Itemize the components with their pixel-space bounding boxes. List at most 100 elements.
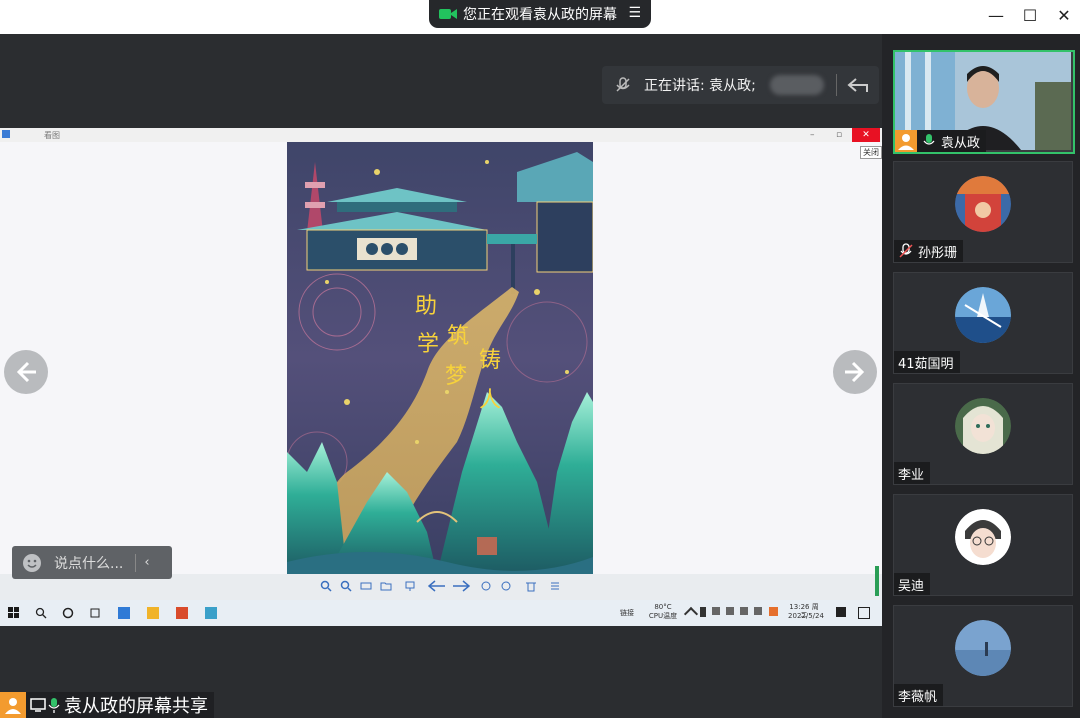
tray-icon-4[interactable] [769,607,778,616]
mic-off-icon [616,77,630,92]
mic-on-icon [923,134,935,145]
maximize-button[interactable]: ☐ [1019,6,1041,25]
powerpoint-icon[interactable] [176,607,188,619]
rotate-left-icon[interactable] [480,580,492,592]
mic-on-icon [48,698,60,713]
chat-placeholder: 说点什么... [54,555,124,572]
chevron-left-icon[interactable]: ‹ [144,555,149,570]
poster-char-1: 助 [415,294,438,319]
zoom-out-icon[interactable] [340,580,352,592]
participant-name-bar: 李薇帆 [894,684,944,706]
tray-expand-icon[interactable] [683,606,699,622]
participant-tile[interactable]: 李薇帆 [893,605,1073,707]
participant-avatar [955,620,1011,676]
participant-name: 李薇帆 [898,689,938,705]
participant-name: 袁从政 [941,135,981,151]
participant-avatar [955,509,1011,565]
viewer-minimize-button[interactable]: – [810,130,815,140]
participant-name-bar: 吴迪 [894,573,931,595]
poster-char-6: 人 [479,388,502,413]
list-icon[interactable]: ☰ [628,5,641,21]
viewer-close-button[interactable]: ✕ [852,128,880,142]
divider [835,74,837,96]
back-arrow-icon[interactable] [847,76,869,94]
user-avatar-icon [895,130,917,152]
window-title-bar: 您正在观看袁从政的屏幕 ☰ — ☐ ✕ [0,0,1080,34]
speaker-indicator: 正在讲话: 袁从政; [602,66,879,104]
participant-name: 李业 [898,467,925,483]
participant-tile[interactable]: 孙彤珊 [893,161,1073,263]
minimize-button[interactable]: — [985,6,1007,25]
cpu-temp: 80°C [654,603,672,611]
chat-input[interactable]: 说点什么... ‹ [12,546,172,579]
windows-start-icon[interactable] [8,607,20,619]
participant-name: 41茹国明 [898,356,954,372]
search-icon[interactable] [35,607,47,619]
previous-icon[interactable] [428,580,446,592]
viewer-title: 看图 [44,131,60,140]
windows-taskbar: 链接 80°C CPU温度 13:26 周二 2022/5/24 [0,600,882,626]
network-icon[interactable] [740,607,748,615]
screen-share-banner[interactable]: 您正在观看袁从政的屏幕 ☰ [429,0,651,28]
tray-icon-1[interactable] [700,607,706,617]
tray-icon-2[interactable] [712,607,720,615]
app-icon [2,130,10,138]
participant-avatar [955,176,1011,232]
tray-label: 链接 [620,609,634,617]
participant-avatar [955,398,1011,454]
speaker-text: 正在讲话: 袁从政; [644,78,756,94]
clock-date: 2022/5/24 [788,612,824,620]
participant-name-bar: 41茹国明 [894,351,960,373]
participant-name-bar: 李业 [894,462,931,484]
close-button[interactable]: ✕ [1053,6,1075,25]
participant-list: 袁从政 孙彤珊 41茹国明 李业 吴迪 李薇帆 [882,34,1080,718]
screen-share-icon [30,698,46,712]
delete-icon[interactable] [525,580,537,592]
participant-tile[interactable]: 吴迪 [893,494,1073,596]
share-banner-label: 您正在观看袁从政的屏幕 [463,7,617,23]
image-viewer-titlebar: 看图 – ▫ ✕ [0,128,882,142]
participant-tile[interactable]: 李业 [893,383,1073,485]
next-icon[interactable] [452,580,470,592]
prev-image-button[interactable] [4,350,48,394]
participant-name: 吴迪 [898,578,925,594]
cpu-label: CPU温度 [648,612,678,620]
action-center-icon[interactable] [858,607,870,619]
poster-char-5: 铸 [479,348,502,373]
close-tooltip: 关闭 [860,146,882,159]
user-avatar-icon [0,692,26,718]
tray-icon-3[interactable] [754,607,762,615]
poster-char-3: 筑 [447,324,470,349]
rotate-right-icon[interactable] [500,580,512,592]
slideshow-icon[interactable] [404,580,416,592]
more-icon[interactable] [549,580,561,592]
task-view-icon[interactable] [89,607,101,619]
arrow-left-icon [16,361,36,383]
poster-artwork [287,142,593,574]
viewer-maximize-button[interactable]: ▫ [836,130,842,140]
stage-edge-marker [875,566,879,596]
actual-size-icon[interactable] [360,580,372,592]
screen-share-label: 袁从政的屏幕共享 [0,692,214,718]
mic-off-icon [899,243,913,258]
share-owner-label: 袁从政的屏幕共享 [64,696,208,717]
notification-icon[interactable] [836,607,846,617]
participant-name-bar: 孙彤珊 [894,240,964,262]
participant-name-bar: 袁从政 [895,130,987,152]
open-folder-icon[interactable] [380,580,392,592]
participant-avatar [955,287,1011,343]
participant-tile[interactable]: 袁从政 [893,50,1075,154]
participant-tile[interactable]: 41茹国明 [893,272,1073,374]
zoom-in-icon[interactable] [320,580,332,592]
participant-name: 孙彤珊 [918,245,958,261]
folder-icon[interactable] [147,607,159,619]
poster-char-4: 梦 [445,364,468,389]
poster-image: 助 学 筑 梦 铸 人 [287,142,593,574]
volume-icon[interactable] [726,607,734,615]
next-image-button[interactable] [833,350,877,394]
app-icon-1[interactable] [118,607,130,619]
emoji-icon[interactable] [22,553,42,573]
speaker-avatars [769,75,824,95]
cortana-icon[interactable] [62,607,74,619]
photo-viewer-icon[interactable] [205,607,217,619]
